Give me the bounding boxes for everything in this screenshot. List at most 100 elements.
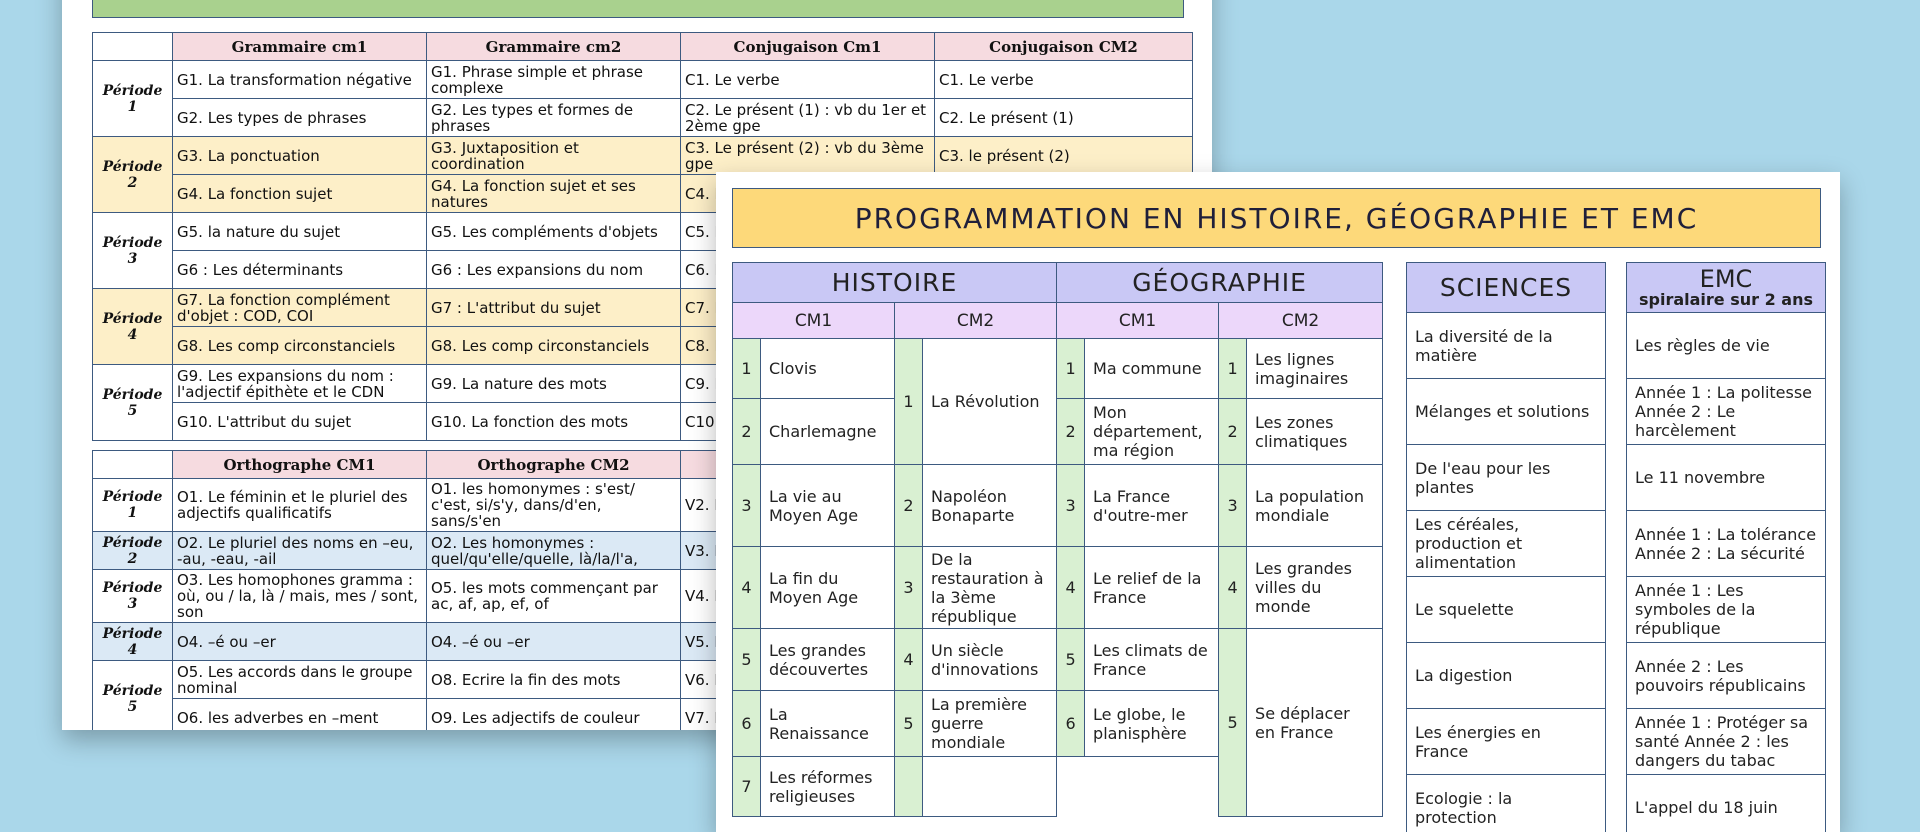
table-cell: G10. La fonction des mots [427,403,681,441]
histoire-header: HISTOIRE [733,263,1057,303]
item-number: 3 [1057,465,1085,547]
histoire-cm2-item: La première guerre mondiale [923,691,1057,757]
item-number: 2 [1219,399,1247,465]
item-number: 2 [895,465,923,547]
item-number: 1 [1057,339,1085,399]
item-number: 5 [733,629,761,691]
sciences-item: Mélanges et solutions [1407,379,1606,445]
item-number: 4 [1219,547,1247,629]
item-number: 6 [733,691,761,757]
table-cell: G8. Les comp circonstanciels [427,327,681,365]
sciences-item: La digestion [1407,643,1606,709]
item-number: 5 [1057,629,1085,691]
table-cell: C1. Le verbe [681,61,935,99]
table-cell: O9. Les adjectifs de couleur [427,699,681,731]
table-row: La diversité de la matière [1407,313,1606,379]
item-number: 4 [1057,547,1085,629]
item-number: 5 [895,691,923,757]
table-cell: C2. Le présent (1) : vb du 1er et 2ème g… [681,99,935,137]
table-cell: G6 : Les déterminants [173,251,427,289]
sciences-table: SCIENCES La diversité de la matièreMélan… [1406,262,1606,832]
column-header: Conjugaison CM2 [935,33,1193,61]
sciences-item: Ecologie : la protection [1407,775,1606,832]
table-row: Les règles de vie [1627,313,1826,379]
geographie-cm2-item: Les grandes villes du monde [1247,547,1383,629]
column-header: Orthographe CM2 [427,451,681,479]
period-label: Période 4 [93,623,173,661]
geographie-cm2-item: Les zones climatiques [1247,399,1383,465]
item-number: 6 [1057,691,1085,757]
item-number: 1 [733,339,761,399]
table-cell: G3. Juxtaposition et coordination [427,137,681,175]
table-row: Le squelette [1407,577,1606,643]
geographie-cm2-item: Les lignes imaginaires [1247,339,1383,399]
table-cell: C1. Le verbe [935,61,1193,99]
histoire-cm1-item: La Renaissance [761,691,895,757]
table-cell: G1. La transformation négative [173,61,427,99]
table-cell: C2. Le présent (1) [935,99,1193,137]
histoire-cm2-item: La Révolution [923,339,1057,465]
histoire-cm1-item: Clovis [761,339,895,399]
histoire-geographie-table: HISTOIRE GÉOGRAPHIE CM1 CM2 CM1 CM2 1Clo… [732,262,1383,817]
table-row: La digestion [1407,643,1606,709]
table-cell: C3. Le présent (2) : vb du 3ème gpe [681,137,935,175]
table-cell: O5. Les accords dans le groupe nominal [173,661,427,699]
table-row: Les céréales, production et alimentation [1407,511,1606,577]
emc-subtitle: spiralaire sur 2 ans [1628,291,1824,309]
table-cell: O4. –é ou –er [173,623,427,661]
period-label: Période 2 [93,532,173,570]
table-cell: G4. La fonction sujet et ses natures [427,175,681,213]
geographie-cm1-item: Mon département, ma région [1085,399,1219,465]
emc-item: Les règles de vie [1627,313,1826,379]
histoire-cm2-item: De la restauration à la 3ème république [923,547,1057,629]
empty-cell [923,757,1057,817]
table-row: Année 1 : Les symboles de la république [1627,577,1826,643]
column-header: Grammaire cm2 [427,33,681,61]
histoire-cm2-item: Un siècle d'innovations [923,629,1057,691]
table-cell: O5. les mots commençant par ac, af, ap, … [427,570,681,623]
histoire-cm2-item: Napoléon Bonaparte [923,465,1057,547]
geographie-cm1-item: Le globe, le planisphère [1085,691,1219,757]
item-number: 7 [733,757,761,817]
period-label: Période 5 [93,365,173,441]
table-row: Période 1G1. La transformation négativeG… [93,61,1193,99]
table-row: G2. Les types de phrasesG2. Les types et… [93,99,1193,137]
geographie-cm1-item: Les climats de France [1085,629,1219,691]
table-row: 7Les réformes religieuses [733,757,1383,817]
table-cell: G9. La nature des mots [427,365,681,403]
period-label: Période 3 [93,570,173,623]
table-row: Ecologie : la protection [1407,775,1606,832]
sciences-item: Le squelette [1407,577,1606,643]
table-cell: G9. Les expansions du nom : l'adjectif é… [173,365,427,403]
histoire-cm1-item: Les grandes découvertes [761,629,895,691]
period-label: Période 1 [93,479,173,532]
empty-cell [1057,757,1383,817]
item-number: 2 [733,399,761,465]
emc-item: L'appel du 18 juin [1627,775,1826,832]
item-number: 1 [895,339,923,465]
geographie-cm1-header: CM1 [1057,303,1219,339]
item-number: 2 [1057,399,1085,465]
period-label: Période 4 [93,289,173,365]
emc-item: Année 1 : La politesse Année 2 : Le harc… [1627,379,1826,445]
item-number: 4 [895,629,923,691]
table-row: Année 1 : La politesse Année 2 : Le harc… [1627,379,1826,445]
grammar-header-row: Grammaire cm1 Grammaire cm2 Conjugaison … [93,33,1193,61]
emc-header: EMCspiralaire sur 2 ans [1627,263,1826,313]
histoire-cm1-header: CM1 [733,303,895,339]
emc-item: Le 11 novembre [1627,445,1826,511]
table-row: 3La vie au Moyen Age2Napoléon Bonaparte3… [733,465,1383,547]
table-row: L'appel du 18 juin [1627,775,1826,832]
item-number: 3 [895,547,923,629]
table-row: Les énergies en France [1407,709,1606,775]
sciences-item: La diversité de la matière [1407,313,1606,379]
table-cell: O2. Les homonymes : quel/qu'elle/quelle,… [427,532,681,570]
table-cell: G2. Les types et formes de phrases [427,99,681,137]
table-cell: G7 : L'attribut du sujet [427,289,681,327]
sciences-item: Les énergies en France [1407,709,1606,775]
period-label: Période 5 [93,661,173,731]
emc-table: EMCspiralaire sur 2 ans Les règles de vi… [1626,262,1826,832]
table-row: De l'eau pour les plantes [1407,445,1606,511]
geographie-cm1-item: Ma commune [1085,339,1219,399]
emc-title: EMC [1628,267,1824,291]
